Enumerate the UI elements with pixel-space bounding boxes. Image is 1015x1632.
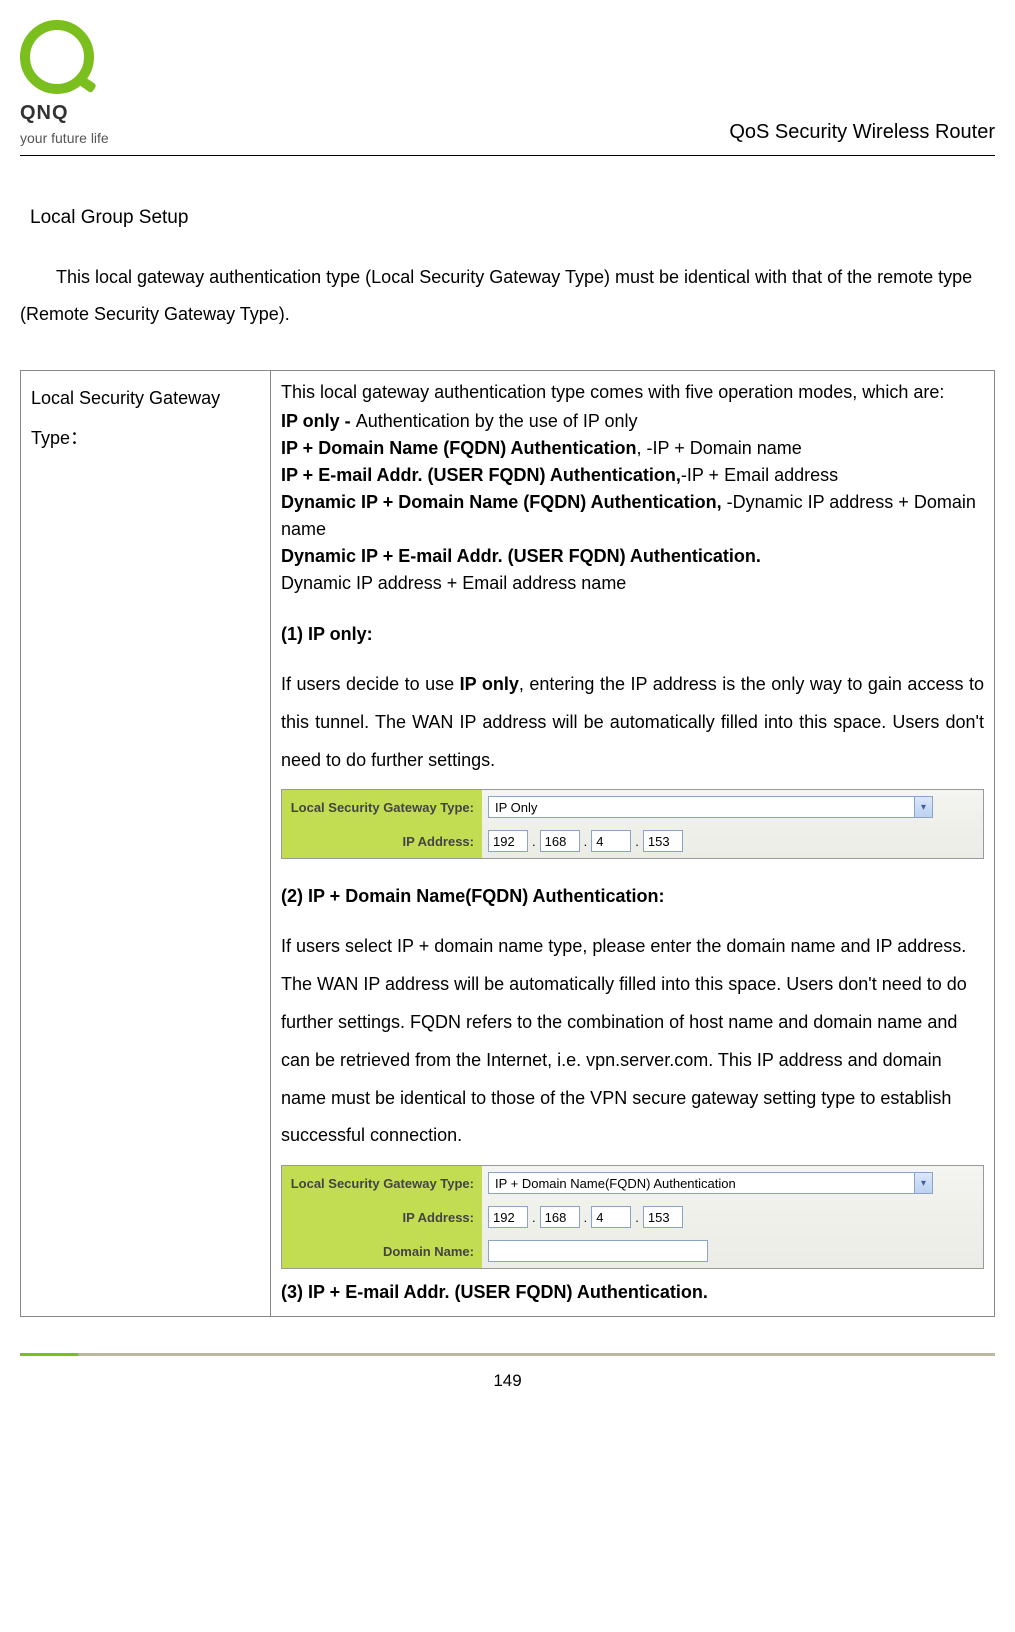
- mode-1: IP only - Authentication by the use of I…: [281, 408, 984, 435]
- ip-octet-3[interactable]: 4: [591, 1206, 631, 1228]
- mode-4: Dynamic IP + Domain Name (FQDN) Authenti…: [281, 489, 984, 543]
- gateway-type-value: IP Only: [495, 798, 537, 818]
- page-number: 149: [20, 1368, 995, 1394]
- mode-2: IP + Domain Name (FQDN) Authentication, …: [281, 435, 984, 462]
- gateway-type-value: IP + Domain Name(FQDN) Authentication: [495, 1174, 736, 1194]
- chevron-down-icon: ▾: [914, 797, 932, 817]
- subsection-1-body: If users decide to use IP only, entering…: [281, 666, 984, 779]
- subsection-2-head: (2) IP + Domain Name(FQDN) Authenticatio…: [281, 883, 984, 910]
- section-heading: Local Group Setup: [30, 204, 995, 233]
- gateway-type-select[interactable]: IP + Domain Name(FQDN) Authentication ▾: [488, 1172, 933, 1194]
- row-label: Local Security Gateway Type：: [21, 371, 271, 1317]
- mode-5b: Dynamic IP address + Email address name: [281, 570, 984, 597]
- chevron-down-icon: ▾: [914, 1173, 932, 1193]
- subsection-3-head: (3) IP + E-mail Addr. (USER FQDN) Authen…: [281, 1279, 984, 1306]
- label-gateway-type: Local Security Gateway Type:: [282, 790, 482, 824]
- label-domain-name: Domain Name:: [282, 1234, 482, 1268]
- section-intro: This local gateway authentication type (…: [20, 259, 995, 335]
- ui-panel-ip-only: Local Security Gateway Type: IP Only ▾ I…: [281, 789, 984, 859]
- tagline: your future life: [20, 128, 109, 149]
- mode-3: IP + E-mail Addr. (USER FQDN) Authentica…: [281, 462, 984, 489]
- footer-rule: [20, 1353, 995, 1356]
- subsection-1-head: (1) IP only:: [281, 621, 984, 648]
- ip-octet-1[interactable]: 192: [488, 1206, 528, 1228]
- ip-address-field: 192. 168. 4. 153: [482, 830, 983, 852]
- mode-5: Dynamic IP + E-mail Addr. (USER FQDN) Au…: [281, 543, 984, 570]
- page-header: QNQ your future life QoS Security Wirele…: [20, 20, 995, 156]
- ui-panel-ip-fqdn: Local Security Gateway Type: IP + Domain…: [281, 1165, 984, 1269]
- ip-octet-2[interactable]: 168: [540, 1206, 580, 1228]
- ip-address-field: 192. 168. 4. 153: [482, 1206, 983, 1228]
- logo-block: QNQ your future life: [20, 20, 109, 149]
- row-content: This local gateway authentication type c…: [271, 371, 995, 1317]
- label-ip-address: IP Address:: [282, 824, 482, 858]
- label-gateway-type: Local Security Gateway Type:: [282, 1166, 482, 1200]
- document-title: QoS Security Wireless Router: [729, 117, 995, 149]
- logo-text: QNQ: [20, 98, 69, 128]
- gateway-type-select[interactable]: IP Only ▾: [488, 796, 933, 818]
- content-table: Local Security Gateway Type： This local …: [20, 370, 995, 1317]
- domain-name-input[interactable]: [488, 1240, 708, 1262]
- subsection-2-body: If users select IP + domain name type, p…: [281, 928, 984, 1155]
- ip-octet-4[interactable]: 153: [643, 1206, 683, 1228]
- logo-icon: [20, 20, 94, 94]
- modes-intro: This local gateway authentication type c…: [281, 379, 984, 406]
- ip-octet-3[interactable]: 4: [591, 830, 631, 852]
- ip-octet-1[interactable]: 192: [488, 830, 528, 852]
- label-ip-address: IP Address:: [282, 1200, 482, 1234]
- ip-octet-2[interactable]: 168: [540, 830, 580, 852]
- ip-octet-4[interactable]: 153: [643, 830, 683, 852]
